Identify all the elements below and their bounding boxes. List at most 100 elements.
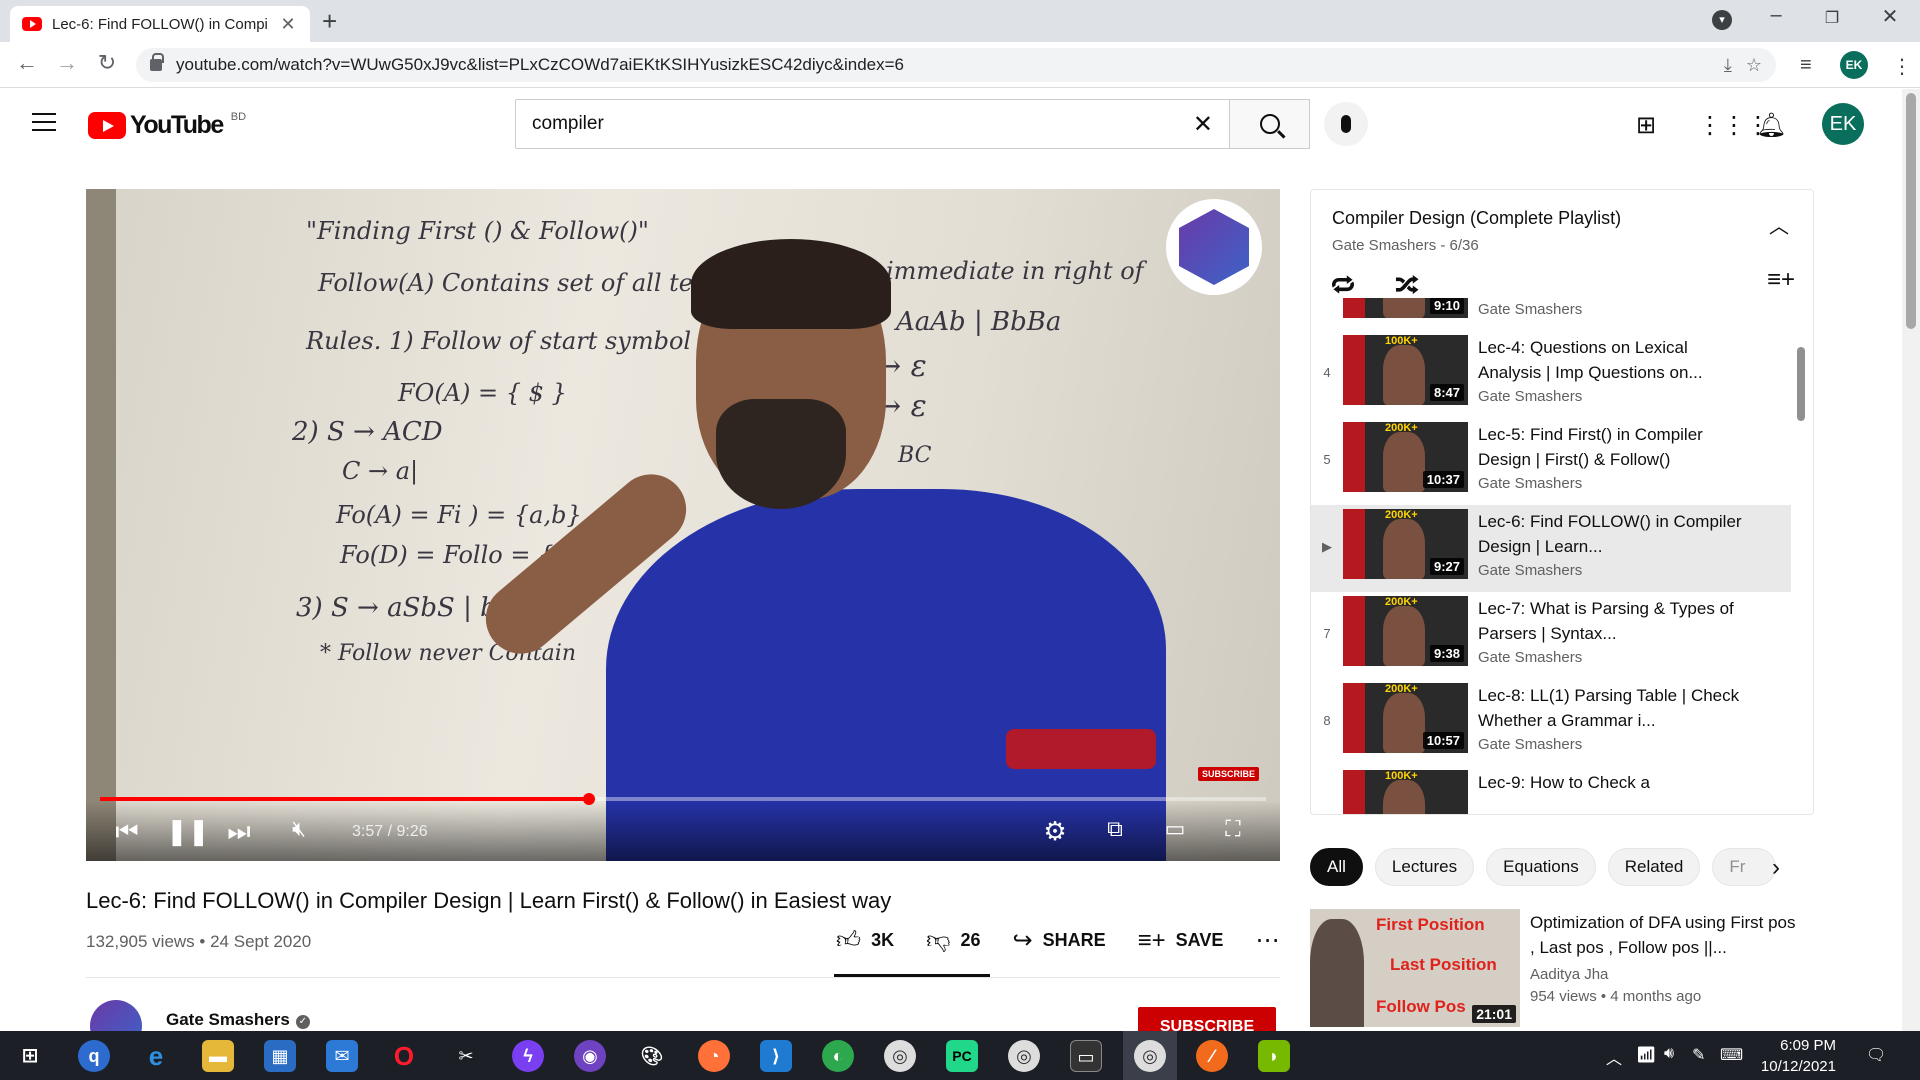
chrome-icon[interactable]: ◎ — [1008, 1040, 1040, 1072]
vscode-icon[interactable]: ⟩ — [760, 1040, 792, 1072]
page-scrollbar[interactable] — [1902, 89, 1920, 1031]
browser-menu-icon[interactable]: ⋮ — [1892, 54, 1912, 79]
firefox-icon[interactable]: ◔ — [698, 1040, 730, 1072]
tab-close-icon[interactable]: ✕ — [278, 14, 298, 35]
network-icon[interactable]: 📶︎ — [1636, 1045, 1656, 1065]
loop-icon[interactable]: 🔁︎ — [1331, 266, 1355, 302]
recommended-thumbnail[interactable]: First Position Last Position Follow Pos … — [1310, 909, 1520, 1027]
messenger-icon[interactable]: ϟ — [512, 1040, 544, 1072]
settings-gear-icon[interactable]: ⚙ — [1038, 816, 1072, 847]
share-button[interactable]: ↪ SHARE — [1013, 926, 1106, 955]
dislike-button[interactable]: 👎︎ 26 — [926, 927, 980, 955]
theater-mode-icon[interactable]: ▭ — [1158, 816, 1192, 842]
snipping-tool-icon[interactable]: ✂ — [450, 1040, 482, 1072]
playlist-scrollbar[interactable] — [1797, 347, 1805, 421]
reload-button[interactable]: ↻ — [92, 50, 122, 76]
playlist-item-thumbnail[interactable]: 200K+ 9:27 — [1343, 509, 1468, 579]
system-clock[interactable]: 6:09 PM 10/12/2021 — [1756, 1035, 1836, 1077]
new-tab-button[interactable]: + — [322, 6, 337, 37]
playlist-item-title[interactable]: Lec-5: Find First() in Compiler Design |… — [1478, 422, 1748, 472]
restore-button[interactable]: ❐ — [1812, 8, 1852, 28]
edge-icon[interactable]: ◐ — [822, 1040, 854, 1072]
channel-name-text[interactable]: Gate Smashers — [166, 1010, 290, 1029]
search-input[interactable] — [532, 113, 1193, 135]
terminal-icon[interactable]: ▭ — [1070, 1040, 1102, 1072]
bookmark-star-icon[interactable]: ☆ — [1746, 55, 1762, 76]
youtube-logo[interactable]: YouTube BD — [88, 111, 246, 140]
playlist-item-title[interactable]: Lec-9: How to Check a — [1478, 770, 1748, 795]
playlist-item[interactable]: 7 200K+ 9:38 Lec-7: What is Parsing & Types… — [1311, 592, 1791, 679]
next-icon[interactable]: ⏭ — [222, 816, 256, 848]
playlist-title[interactable]: Compiler Design (Complete Playlist) — [1332, 208, 1621, 229]
channel-name[interactable]: Gate Smashers ✓ — [166, 1010, 310, 1030]
playlist-item-title[interactable]: Lec-7: What is Parsing & Types of Parser… — [1478, 596, 1748, 646]
chrome-profile-icon[interactable]: ◎ — [1134, 1040, 1166, 1072]
previous-icon[interactable]: ⏮ — [110, 816, 144, 848]
menu-icon[interactable] — [32, 113, 56, 131]
muted-volume-icon[interactable]: 🔇︎ — [282, 816, 316, 842]
file-explorer-icon[interactable]: ▬ — [202, 1040, 234, 1072]
voice-search-button[interactable] — [1324, 102, 1368, 146]
fullscreen-icon[interactable]: ⛶ — [1216, 816, 1250, 842]
minimize-button[interactable]: – — [1756, 4, 1796, 27]
video-player[interactable]: "Finding First () & Follow()" Follow(A) … — [86, 189, 1280, 861]
like-button[interactable]: 👍︎ 3K — [836, 927, 894, 955]
filter-chip[interactable]: All — [1310, 848, 1363, 886]
collapse-chevron-icon[interactable]: ︿ — [1769, 210, 1789, 239]
forward-button[interactable]: → — [52, 50, 82, 76]
playlist-item-title[interactable]: Lec-4: Questions on Lexical Analysis | I… — [1478, 335, 1748, 385]
playlist-item-thumbnail[interactable]: 200K+ 10:57 — [1343, 683, 1468, 753]
playlist-item-thumbnail[interactable]: 100K+ 8:47 — [1343, 335, 1468, 405]
back-button[interactable]: ← — [12, 50, 42, 76]
github-desktop-icon[interactable]: ◉ — [574, 1040, 606, 1072]
filter-chip[interactable]: Fr — [1712, 848, 1777, 886]
address-bar[interactable]: youtube.com/watch?v=WUwG50xJ9vc&list=PLx… — [136, 48, 1776, 82]
shuffle-icon[interactable]: 🔀︎ — [1395, 266, 1419, 302]
close-window-button[interactable]: ✕ — [1870, 4, 1910, 29]
notifications-icon[interactable]: 🗨︎ — [1866, 1045, 1886, 1065]
qbittorrent-icon[interactable]: q — [78, 1040, 110, 1072]
playlist-item-title[interactable]: Lec-8: LL(1) Parsing Table | Check Wheth… — [1478, 683, 1748, 733]
notifications-bell-icon[interactable]: 🔔︎ — [1756, 111, 1786, 140]
mail-icon[interactable]: ✉ — [326, 1040, 358, 1072]
more-actions-button[interactable]: ⋯ — [1255, 926, 1279, 955]
media-control-icon[interactable]: ≡ — [1800, 54, 1812, 77]
install-app-icon[interactable]: ⤓ — [1724, 55, 1732, 76]
playlist-add-icon[interactable]: ≡+ — [1767, 266, 1795, 294]
windows-start-icon[interactable]: ⊞ — [14, 1040, 46, 1072]
nvidia-icon[interactable]: ◗ — [1258, 1040, 1290, 1072]
filter-chip[interactable]: Lectures — [1374, 848, 1475, 886]
tab-search-icon[interactable]: ▾ — [1712, 10, 1732, 30]
recommended-title[interactable]: Optimization of DFA using First pos , La… — [1530, 910, 1800, 960]
tray-overflow-icon[interactable]: ︿ — [1606, 1045, 1622, 1069]
playlist-item[interactable]: 9:10Compiler Design ...Gate Smashers — [1311, 298, 1791, 331]
clear-search-icon[interactable]: ✕ — [1193, 110, 1213, 139]
playlist-item[interactable]: 100K+ Lec-9: How to Check a — [1311, 766, 1791, 814]
playlist-item-thumbnail[interactable]: 200K+ 10:37 — [1343, 422, 1468, 492]
playlist-item-thumbnail[interactable]: 100K+ — [1343, 770, 1468, 814]
pen-icon[interactable]: ✎ — [1692, 1045, 1705, 1065]
browser-profile-avatar[interactable]: EK — [1840, 51, 1868, 79]
pycharm-icon[interactable]: PC — [946, 1040, 978, 1072]
miniplayer-icon[interactable]: ⧉ — [1098, 816, 1132, 842]
playlist-item-thumbnail[interactable]: 200K+ 9:38 — [1343, 596, 1468, 666]
volume-icon[interactable]: 🔊︎ — [1664, 1045, 1674, 1063]
search-button[interactable] — [1230, 99, 1310, 149]
edge-legacy-icon[interactable]: e — [140, 1040, 172, 1072]
create-video-icon[interactable]: ⊞ — [1636, 111, 1656, 140]
playlist-item[interactable]: 8 200K+ 10:57 Lec-8: LL(1) Parsing Table | … — [1311, 679, 1791, 766]
recommended-channel[interactable]: Aaditya Jha — [1530, 966, 1608, 983]
playlist-item-title[interactable]: Lec-6: Find FOLLOW() in Compiler Design … — [1478, 509, 1748, 559]
filter-chip[interactable]: Related — [1607, 848, 1701, 886]
filter-chip[interactable]: Equations — [1486, 848, 1596, 886]
browser-tab-active[interactable]: Lec-6: Find FOLLOW() in Compile ✕ — [10, 6, 310, 42]
channel-watermark-logo[interactable] — [1166, 199, 1262, 295]
pause-icon[interactable]: ❚❚ — [166, 816, 210, 847]
playlist-item[interactable]: 5 200K+ 10:37 Lec-5: Find First() in Compil… — [1311, 418, 1791, 505]
sublime-text-icon[interactable]: ∕ — [1196, 1040, 1228, 1072]
microsoft-store-icon[interactable]: ▦ — [264, 1040, 296, 1072]
chrome-icon[interactable]: ◎ — [884, 1040, 916, 1072]
scrollbar-thumb[interactable] — [1906, 93, 1916, 329]
keyboard-icon[interactable]: ⌨ — [1720, 1045, 1743, 1065]
playlist-item[interactable]: ▶ 200K+ 9:27 Lec-6: Find FOLLOW() in Compil… — [1311, 505, 1791, 592]
